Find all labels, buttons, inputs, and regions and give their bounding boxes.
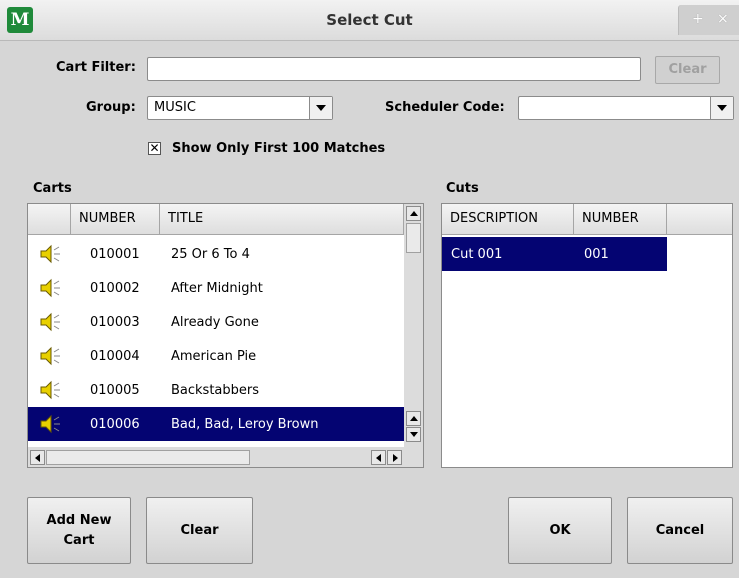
speaker-icon [40,346,60,366]
chevron-down-icon[interactable] [710,97,733,119]
filter-clear-button[interactable]: Clear [655,56,720,84]
add-new-cart-label-line2: Cart [63,533,95,548]
cuts-section-label: Cuts [446,181,479,196]
cart-number: 010005 [90,383,140,398]
cuts-list[interactable]: DESCRIPTION NUMBER Cut 001 001 [441,203,733,468]
group-select[interactable]: MUSIC [147,96,333,120]
cancel-button[interactable]: Cancel [627,497,733,564]
scheduler-code-label: Scheduler Code: [385,100,505,115]
carts-header-icon-column [28,204,71,235]
speaker-icon [40,414,60,434]
cut-description: Cut 001 [451,247,503,262]
add-new-cart-label-line1: Add New [46,513,112,528]
speaker-icon [40,312,60,332]
scroll-down-button[interactable] [406,427,421,442]
carts-section-label: Carts [33,181,72,196]
cart-row[interactable]: 010001 25 Or 6 To 4 [28,237,404,271]
cart-title: Already Gone [171,315,259,330]
cart-number: 010003 [90,315,140,330]
add-new-cart-button[interactable]: Add New Cart [27,497,131,564]
maximize-icon[interactable]: + [692,11,704,27]
carts-horizontal-scrollbar[interactable] [28,447,423,467]
cart-number: 010006 [90,417,140,432]
window-title: Select Cut [326,11,413,29]
cart-title: Bad, Bad, Leroy Brown [171,417,319,432]
chevron-down-icon[interactable] [309,97,332,119]
scroll-left-button[interactable] [371,450,386,465]
scroll-thumb[interactable] [406,223,421,253]
cut-row-selected[interactable]: Cut 001 001 [442,237,667,271]
cart-row[interactable]: 010003 Already Gone [28,305,404,339]
window-controls: + × [678,5,739,35]
cart-number: 010002 [90,281,140,296]
cuts-header-number[interactable]: NUMBER [574,204,667,235]
carts-vertical-scrollbar[interactable] [404,204,423,447]
cart-row[interactable]: 010005 Backstabbers [28,373,404,407]
cart-title: 25 Or 6 To 4 [171,247,250,262]
cuts-header-filler [667,204,732,235]
carts-header-number[interactable]: NUMBER [71,204,160,235]
cuts-header-description[interactable]: DESCRIPTION [442,204,574,235]
cart-filter-input[interactable] [147,57,641,81]
cart-row-selected[interactable]: 010006 Bad, Bad, Leroy Brown [28,407,404,441]
scroll-left-button[interactable] [30,450,45,465]
scheduler-code-select[interactable] [518,96,734,120]
scroll-up-button[interactable] [406,411,421,426]
group-label: Group: [86,100,136,115]
cart-number: 010004 [90,349,140,364]
speaker-icon [40,244,60,264]
cart-row[interactable]: 010004 American Pie [28,339,404,373]
title-bar: M Select Cut + × [0,0,739,41]
speaker-icon [40,380,60,400]
cart-row[interactable]: 010002 After Midnight [28,271,404,305]
cart-number: 010001 [90,247,140,262]
cart-title: American Pie [171,349,257,364]
show-first-checkbox[interactable]: ✕ [148,142,161,155]
close-icon[interactable]: × [717,11,729,27]
cart-title: Backstabbers [171,383,260,398]
ok-button[interactable]: OK [508,497,612,564]
show-first-label: Show Only First 100 Matches [172,141,386,156]
scroll-thumb[interactable] [46,450,250,465]
cart-filter-label: Cart Filter: [56,60,136,75]
cut-number: 001 [584,247,609,262]
clear-button[interactable]: Clear [146,497,253,564]
carts-list[interactable]: NUMBER TITLE 010001 25 Or 6 To 4 010002 … [27,203,424,468]
speaker-icon [40,278,60,298]
scroll-up-button[interactable] [406,206,421,221]
cart-title: After Midnight [171,281,263,296]
group-value: MUSIC [154,100,196,115]
carts-header-title[interactable]: TITLE [160,204,404,235]
scroll-right-button[interactable] [387,450,402,465]
